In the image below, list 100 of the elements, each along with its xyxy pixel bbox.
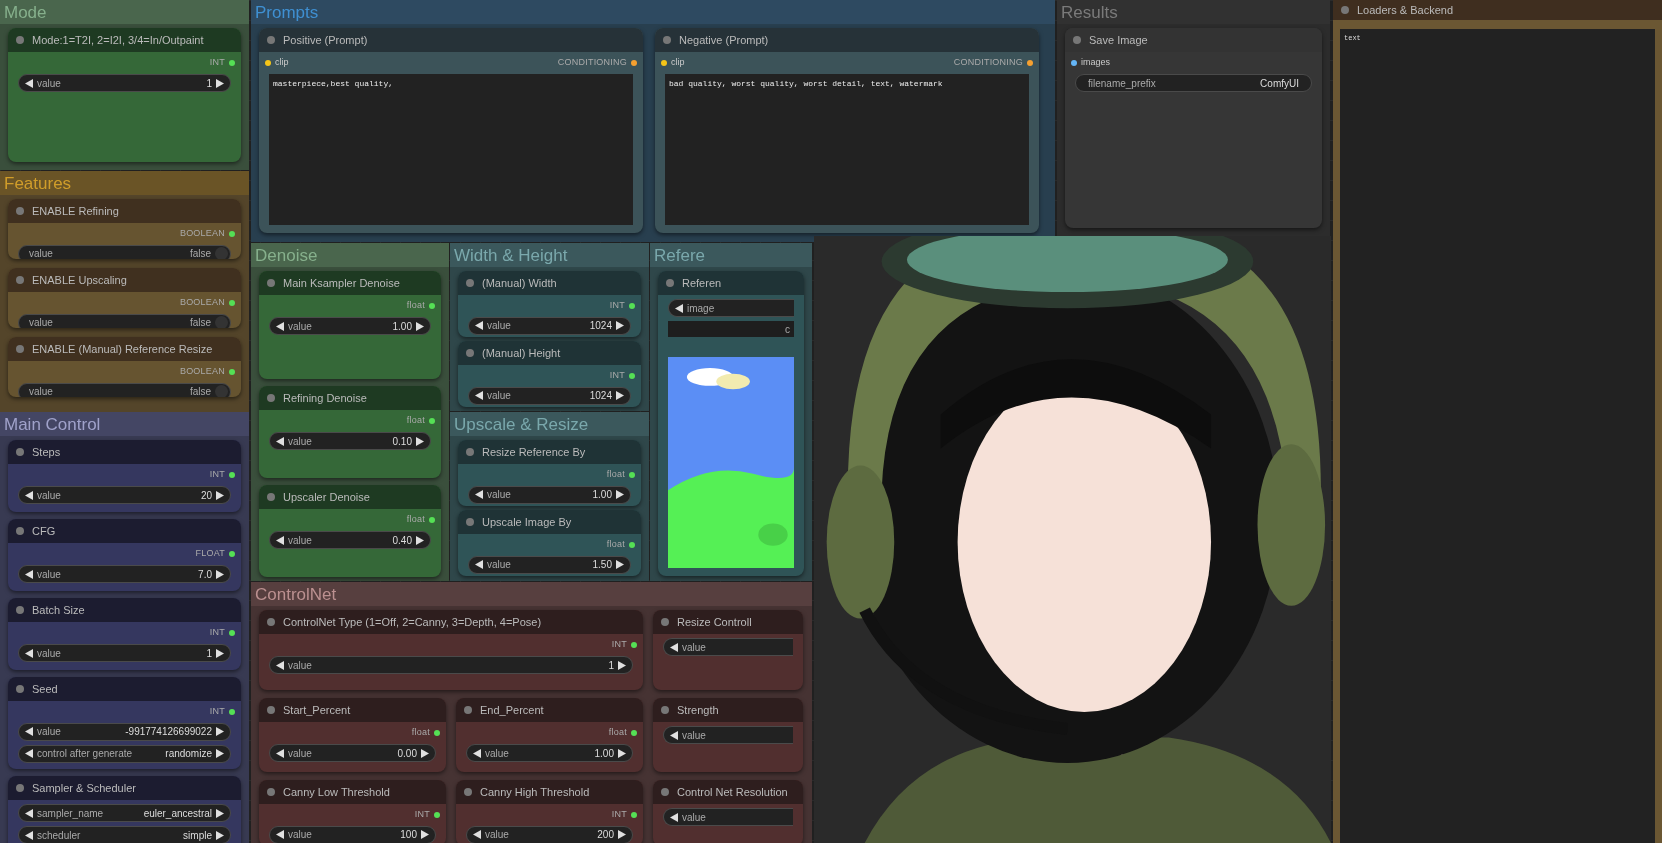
right-arrow-icon[interactable] (616, 490, 624, 499)
node-title: Strength (677, 702, 719, 718)
right-arrow-icon[interactable] (216, 727, 224, 736)
group-title: Refere (654, 246, 706, 264)
left-arrow-icon[interactable] (670, 642, 678, 652)
right-arrow-icon[interactable] (216, 490, 224, 500)
right-arrow-icon[interactable] (616, 560, 624, 569)
left-arrow-icon[interactable] (473, 830, 481, 839)
right-arrow-icon[interactable] (421, 830, 429, 839)
node-title: Main Ksampler Denoise (283, 275, 400, 291)
left-arrow-icon[interactable] (25, 749, 33, 758)
group-title: Main Control (4, 415, 101, 433)
number-field[interactable]: value 1.50 (468, 555, 631, 574)
right-arrow-icon[interactable] (416, 321, 424, 331)
number-field[interactable]: value 1.00 (269, 317, 431, 335)
left-arrow-icon[interactable] (670, 730, 678, 740)
group-title: Results (1061, 3, 1118, 21)
left-arrow-icon[interactable] (276, 535, 284, 545)
slot-label: float (406, 513, 425, 527)
number-field[interactable]: value 1024 (468, 386, 631, 405)
slot-label: FLOAT (195, 547, 225, 561)
left-arrow-icon[interactable] (473, 748, 481, 758)
node-title: ENABLE (Manual) Reference Resize (32, 341, 213, 357)
number-field[interactable]: value 1 (18, 644, 231, 662)
number-field[interactable]: scheduler simple (18, 826, 231, 843)
right-arrow-icon[interactable] (616, 321, 624, 330)
node-title: Mode:1=T2I, 2=I2I, 3/4=In/Outpaint (32, 32, 204, 48)
number-field[interactable]: value 1024 (468, 316, 631, 335)
node-title: Positive (Prompt) (283, 32, 368, 48)
left-arrow-icon[interactable] (475, 490, 483, 499)
left-arrow-icon[interactable] (670, 812, 678, 822)
number-field[interactable]: value 0.10 (269, 432, 431, 450)
left-arrow-icon[interactable] (276, 660, 284, 670)
number-field[interactable]: control after generate randomize (18, 744, 231, 763)
number-field[interactable]: value 0.00 (269, 744, 436, 762)
number-field[interactable]: value 7.0 (18, 565, 231, 583)
slot-label: INT (611, 638, 627, 652)
left-arrow-icon[interactable] (25, 569, 33, 579)
slot-label: INT (609, 299, 625, 312)
number-field[interactable]: value 200 (466, 825, 633, 843)
right-arrow-icon[interactable] (416, 535, 424, 545)
node-title: ENABLE Refining (32, 203, 119, 219)
number-field[interactable]: value 1.00 (468, 485, 631, 504)
left-arrow-icon[interactable] (25, 490, 33, 500)
number-field[interactable]: value 1 (18, 74, 231, 92)
right-arrow-icon[interactable] (616, 391, 624, 400)
right-arrow-icon[interactable] (216, 830, 224, 840)
left-arrow-icon[interactable] (25, 78, 33, 88)
prompt-textarea[interactable]: masterpiece,best quality, (269, 74, 633, 225)
right-arrow-icon[interactable] (216, 569, 224, 579)
number-field[interactable]: value 100 (269, 825, 436, 843)
text-field[interactable]: filename_prefix ComfyUI (1075, 74, 1312, 92)
left-arrow-icon[interactable] (25, 830, 33, 840)
number-field[interactable]: value 0.40 (269, 531, 431, 549)
number-field[interactable]: value 1.00 (466, 744, 633, 762)
number-field[interactable]: value 1 (269, 656, 633, 674)
node-title: Sampler & Scheduler (32, 780, 136, 796)
left-arrow-icon[interactable] (276, 321, 284, 331)
group-title: Upscale & Resize (454, 415, 589, 433)
toggle-switch[interactable]: value false (18, 382, 231, 397)
node-title: Save Image (1089, 32, 1148, 48)
left-arrow-icon[interactable] (25, 727, 33, 736)
left-arrow-icon[interactable] (675, 303, 683, 313)
node-title: CFG (32, 523, 56, 539)
right-arrow-icon[interactable] (618, 830, 626, 839)
right-arrow-icon[interactable] (216, 808, 224, 818)
node-title: Seed (32, 681, 58, 697)
right-arrow-icon[interactable] (216, 78, 224, 88)
node-title: Upscaler Denoise (283, 489, 370, 505)
node-title: Loaders & Backend (1357, 2, 1453, 18)
node-title: Start_Percent (283, 702, 351, 718)
number-field[interactable]: value 20 (18, 486, 231, 504)
right-arrow-icon[interactable] (618, 660, 626, 670)
number-field[interactable]: sampler_name euler_ancestral (18, 804, 231, 822)
left-arrow-icon[interactable] (475, 321, 483, 330)
slot-label: BOOLEAN (179, 365, 225, 378)
toggle-switch[interactable]: value false (18, 313, 231, 328)
right-arrow-icon[interactable] (216, 648, 224, 658)
right-arrow-icon[interactable] (216, 749, 224, 758)
number-field[interactable]: value (663, 808, 793, 826)
prompt-textarea[interactable]: bad quality, worst quality, worst detail, text, watermark (665, 74, 1029, 225)
number-field[interactable]: value -991774126699022 (18, 722, 231, 741)
slot-label: clip (275, 56, 289, 70)
right-arrow-icon[interactable] (416, 436, 424, 446)
left-arrow-icon[interactable] (276, 748, 284, 758)
slot-label: float (606, 468, 625, 481)
right-arrow-icon[interactable] (618, 748, 626, 758)
number-field[interactable]: image (668, 299, 794, 317)
slot-label: BOOLEAN (179, 227, 225, 240)
left-arrow-icon[interactable] (25, 808, 33, 818)
number-field[interactable]: value (663, 638, 793, 656)
right-arrow-icon[interactable] (421, 748, 429, 758)
upload-button[interactable]: c (668, 321, 794, 337)
left-arrow-icon[interactable] (475, 391, 483, 400)
number-field[interactable]: value (663, 726, 793, 744)
left-arrow-icon[interactable] (25, 648, 33, 658)
left-arrow-icon[interactable] (276, 436, 284, 446)
left-arrow-icon[interactable] (475, 560, 483, 569)
toggle-switch[interactable]: value false (18, 244, 231, 259)
left-arrow-icon[interactable] (276, 830, 284, 839)
